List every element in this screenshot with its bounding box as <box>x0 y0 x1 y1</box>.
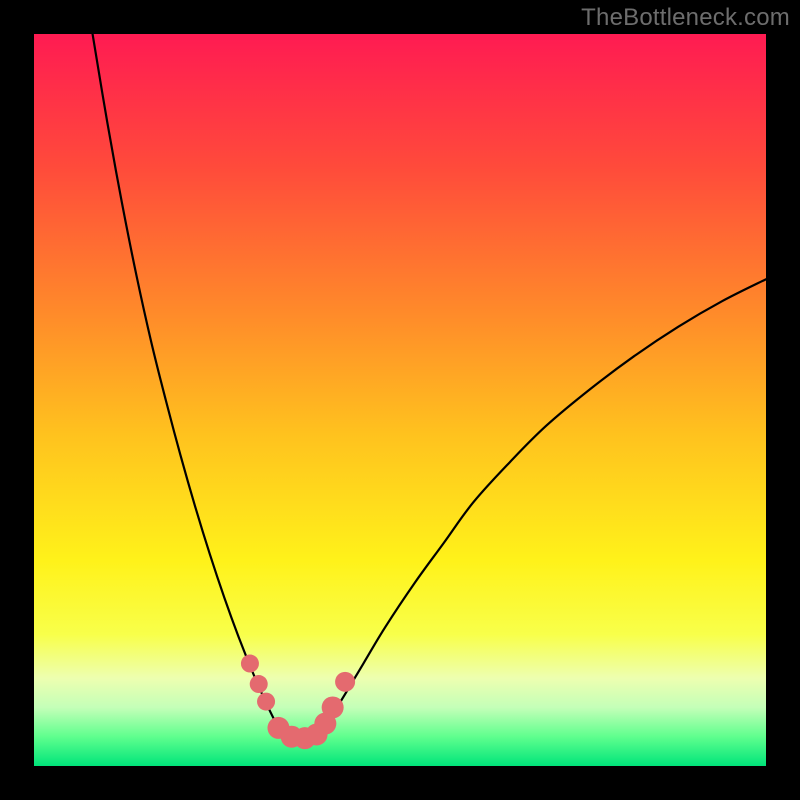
highlight-marker <box>335 672 355 692</box>
highlight-marker <box>250 675 268 693</box>
highlight-marker <box>241 655 259 673</box>
highlight-marker <box>257 693 275 711</box>
watermark-text: TheBottleneck.com <box>581 4 790 32</box>
chart-frame: TheBottleneck.com <box>0 0 800 800</box>
plot-area <box>34 34 766 766</box>
chart-svg <box>34 34 766 766</box>
highlight-marker <box>322 696 344 718</box>
gradient-background <box>34 34 766 766</box>
